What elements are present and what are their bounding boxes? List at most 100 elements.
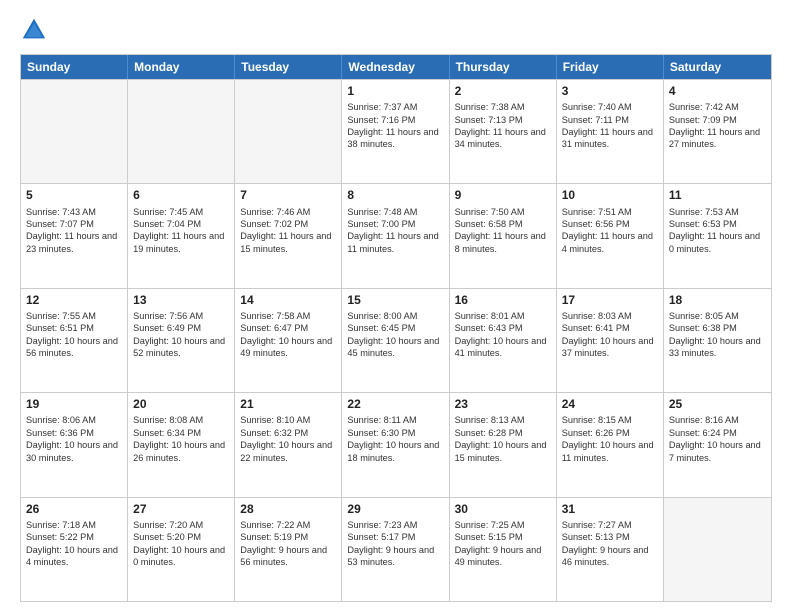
- day-number: 14: [240, 292, 336, 308]
- day-cell-1: 1 Sunrise: 7:37 AMSunset: 7:16 PMDaylight…: [342, 80, 449, 183]
- day-number: 7: [240, 187, 336, 203]
- day-info: Sunrise: 7:27 AMSunset: 5:13 PMDaylight:…: [562, 519, 658, 569]
- day-info: Sunrise: 7:50 AMSunset: 6:58 PMDaylight:…: [455, 206, 551, 256]
- day-cell-22: 22Sunrise: 8:11 AMSunset: 6:30 PMDayligh…: [342, 393, 449, 496]
- day-info: Sunrise: 7:56 AMSunset: 6:49 PMDaylight:…: [133, 310, 229, 360]
- day-cell-10: 10 Sunrise: 7:51 AMSunset: 6:56 PMDayligh…: [557, 184, 664, 287]
- empty-cell: [664, 498, 771, 601]
- day-number: 1: [347, 83, 443, 99]
- day-number: 23: [455, 396, 551, 412]
- day-number: 17: [562, 292, 658, 308]
- day-number: 3: [562, 83, 658, 99]
- day-number: 18: [669, 292, 766, 308]
- header-day-wednesday: Wednesday: [342, 55, 449, 79]
- day-cell-12: 12 Sunrise: 7:55 AMSunset: 6:51 PMDayligh…: [21, 289, 128, 392]
- day-cell-23: 23 Sunrise: 8:13 AMSunset: 6:28 PMDayligh…: [450, 393, 557, 496]
- day-info: Sunrise: 7:43 AMSunset: 7:07 PMDaylight:…: [26, 206, 122, 256]
- day-cell-29: 29 Sunrise: 7:23 AMSunset: 5:17 PMDayligh…: [342, 498, 449, 601]
- logo: [20, 16, 52, 44]
- day-info: Sunrise: 7:18 AMSunset: 5:22 PMDaylight:…: [26, 519, 122, 569]
- day-number: 30: [455, 501, 551, 517]
- day-cell-21: 21 Sunrise: 8:10 AMSunset: 6:32 PMDayligh…: [235, 393, 342, 496]
- day-cell-17: 17Sunrise: 8:03 AMSunset: 6:41 PMDayligh…: [557, 289, 664, 392]
- day-number: 6: [133, 187, 229, 203]
- page: SundayMondayTuesdayWednesdayThursdayFrid…: [0, 0, 792, 612]
- logo-icon: [20, 16, 48, 44]
- day-info: Sunrise: 7:51 AMSunset: 6:56 PMDaylight:…: [562, 206, 658, 256]
- day-info: Sunrise: 7:53 AMSunset: 6:53 PMDaylight:…: [669, 206, 766, 256]
- day-info: Sunrise: 8:15 AMSunset: 6:26 PMDaylight:…: [562, 414, 658, 464]
- header-day-saturday: Saturday: [664, 55, 771, 79]
- day-info: Sunrise: 7:20 AMSunset: 5:20 PMDaylight:…: [133, 519, 229, 569]
- day-number: 26: [26, 501, 122, 517]
- day-cell-25: 25 Sunrise: 8:16 AMSunset: 6:24 PMDayligh…: [664, 393, 771, 496]
- day-info: Sunrise: 8:05 AMSunset: 6:38 PMDaylight:…: [669, 310, 766, 360]
- empty-cell: [128, 80, 235, 183]
- day-number: 10: [562, 187, 658, 203]
- day-info: Sunrise: 7:40 AMSunset: 7:11 PMDaylight:…: [562, 101, 658, 151]
- day-number: 12: [26, 292, 122, 308]
- calendar-header-row: SundayMondayTuesdayWednesdayThursdayFrid…: [21, 55, 771, 79]
- day-cell-3: 3 Sunrise: 7:40 AMSunset: 7:11 PMDaylight…: [557, 80, 664, 183]
- day-number: 16: [455, 292, 551, 308]
- calendar-body: 1 Sunrise: 7:37 AMSunset: 7:16 PMDaylight…: [21, 79, 771, 601]
- day-number: 8: [347, 187, 443, 203]
- day-number: 21: [240, 396, 336, 412]
- day-cell-8: 8 Sunrise: 7:48 AMSunset: 7:00 PMDaylight…: [342, 184, 449, 287]
- day-info: Sunrise: 7:48 AMSunset: 7:00 PMDaylight:…: [347, 206, 443, 256]
- day-cell-24: 24 Sunrise: 8:15 AMSunset: 6:26 PMDayligh…: [557, 393, 664, 496]
- day-cell-18: 18 Sunrise: 8:05 AMSunset: 6:38 PMDayligh…: [664, 289, 771, 392]
- day-info: Sunrise: 7:23 AMSunset: 5:17 PMDaylight:…: [347, 519, 443, 569]
- day-number: 27: [133, 501, 229, 517]
- day-info: Sunrise: 8:08 AMSunset: 6:34 PMDaylight:…: [133, 414, 229, 464]
- day-cell-5: 5 Sunrise: 7:43 AMSunset: 7:07 PMDaylight…: [21, 184, 128, 287]
- day-info: Sunrise: 7:37 AMSunset: 7:16 PMDaylight:…: [347, 101, 443, 151]
- day-cell-31: 31 Sunrise: 7:27 AMSunset: 5:13 PMDayligh…: [557, 498, 664, 601]
- day-number: 29: [347, 501, 443, 517]
- calendar-week-5: 26 Sunrise: 7:18 AMSunset: 5:22 PMDayligh…: [21, 497, 771, 601]
- day-number: 15: [347, 292, 443, 308]
- header: [20, 16, 772, 44]
- day-info: Sunrise: 7:55 AMSunset: 6:51 PMDaylight:…: [26, 310, 122, 360]
- day-cell-6: 6 Sunrise: 7:45 AMSunset: 7:04 PMDaylight…: [128, 184, 235, 287]
- day-number: 24: [562, 396, 658, 412]
- day-info: Sunrise: 7:45 AMSunset: 7:04 PMDaylight:…: [133, 206, 229, 256]
- day-cell-26: 26 Sunrise: 7:18 AMSunset: 5:22 PMDayligh…: [21, 498, 128, 601]
- day-number: 5: [26, 187, 122, 203]
- day-number: 9: [455, 187, 551, 203]
- day-number: 2: [455, 83, 551, 99]
- day-cell-11: 11 Sunrise: 7:53 AMSunset: 6:53 PMDayligh…: [664, 184, 771, 287]
- day-cell-19: 19Sunrise: 8:06 AMSunset: 6:36 PMDayligh…: [21, 393, 128, 496]
- day-info: Sunrise: 7:46 AMSunset: 7:02 PMDaylight:…: [240, 206, 336, 256]
- day-info: Sunrise: 7:42 AMSunset: 7:09 PMDaylight:…: [669, 101, 766, 151]
- empty-cell: [21, 80, 128, 183]
- day-info: Sunrise: 8:13 AMSunset: 6:28 PMDaylight:…: [455, 414, 551, 464]
- day-number: 4: [669, 83, 766, 99]
- day-number: 25: [669, 396, 766, 412]
- day-cell-2: 2Sunrise: 7:38 AMSunset: 7:13 PMDaylight…: [450, 80, 557, 183]
- day-cell-4: 4 Sunrise: 7:42 AMSunset: 7:09 PMDaylight…: [664, 80, 771, 183]
- day-number: 31: [562, 501, 658, 517]
- header-day-thursday: Thursday: [450, 55, 557, 79]
- day-info: Sunrise: 8:16 AMSunset: 6:24 PMDaylight:…: [669, 414, 766, 464]
- calendar-week-1: 1 Sunrise: 7:37 AMSunset: 7:16 PMDaylight…: [21, 79, 771, 183]
- day-cell-9: 9 Sunrise: 7:50 AMSunset: 6:58 PMDaylight…: [450, 184, 557, 287]
- empty-cell: [235, 80, 342, 183]
- header-day-monday: Monday: [128, 55, 235, 79]
- day-cell-20: 20 Sunrise: 8:08 AMSunset: 6:34 PMDayligh…: [128, 393, 235, 496]
- day-cell-28: 28 Sunrise: 7:22 AMSunset: 5:19 PMDayligh…: [235, 498, 342, 601]
- calendar: SundayMondayTuesdayWednesdayThursdayFrid…: [20, 54, 772, 602]
- day-number: 20: [133, 396, 229, 412]
- calendar-week-4: 19Sunrise: 8:06 AMSunset: 6:36 PMDayligh…: [21, 392, 771, 496]
- header-day-sunday: Sunday: [21, 55, 128, 79]
- day-info: Sunrise: 7:58 AMSunset: 6:47 PMDaylight:…: [240, 310, 336, 360]
- day-info: Sunrise: 7:25 AMSunset: 5:15 PMDaylight:…: [455, 519, 551, 569]
- day-cell-13: 13 Sunrise: 7:56 AMSunset: 6:49 PMDayligh…: [128, 289, 235, 392]
- day-info: Sunrise: 7:22 AMSunset: 5:19 PMDaylight:…: [240, 519, 336, 569]
- day-number: 13: [133, 292, 229, 308]
- calendar-week-3: 12 Sunrise: 7:55 AMSunset: 6:51 PMDayligh…: [21, 288, 771, 392]
- day-number: 28: [240, 501, 336, 517]
- day-info: Sunrise: 8:10 AMSunset: 6:32 PMDaylight:…: [240, 414, 336, 464]
- day-number: 11: [669, 187, 766, 203]
- day-number: 19: [26, 396, 122, 412]
